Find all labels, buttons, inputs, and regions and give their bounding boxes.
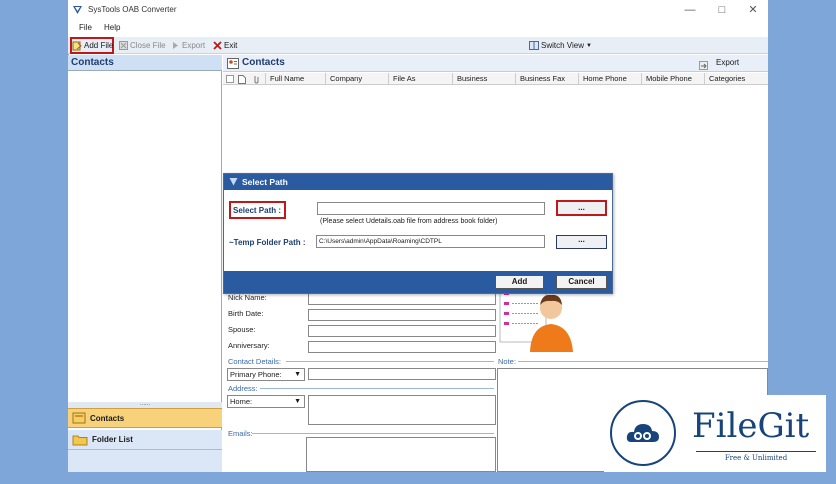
chevron-down-icon: ▼ [585, 42, 592, 49]
birth-date-field[interactable] [308, 309, 496, 321]
watermark-brand: FileGit [692, 406, 810, 446]
switch-view-button[interactable]: Switch View ▼ [529, 39, 592, 52]
document-icon [238, 75, 246, 84]
cloud-icon [626, 424, 659, 442]
minimize-icon[interactable]: — [682, 2, 698, 18]
address-divider [260, 388, 494, 389]
primary-phone-select-value: Primary Phone: [230, 370, 282, 379]
cancel-button[interactable]: Cancel [556, 275, 607, 289]
close-file-icon [119, 41, 128, 50]
close-icon[interactable]: ✕ [745, 2, 761, 18]
nick-name-label: Nick Name: [228, 293, 267, 302]
dialog-app-icon [229, 178, 238, 186]
desktop-background-bottom [0, 472, 836, 484]
menu-help[interactable]: Help [104, 23, 120, 32]
col-categories[interactable]: Categories [704, 73, 768, 85]
anniversary-field[interactable] [308, 341, 496, 353]
nav-folder-list[interactable]: Folder List [68, 430, 222, 450]
spouse-label: Spouse: [228, 325, 256, 334]
emails-label: Emails: [228, 429, 253, 438]
anniversary-label: Anniversary: [228, 341, 270, 350]
select-all-checkbox[interactable] [226, 75, 234, 83]
desktop-background-left [0, 0, 68, 484]
maximize-icon[interactable]: □ [714, 2, 730, 18]
col-file-as[interactable]: File As [388, 73, 452, 85]
folder-icon [72, 435, 88, 445]
switch-view-label: Switch View [541, 41, 584, 50]
exit-button[interactable]: Exit [213, 39, 237, 52]
chevron-down-icon: ▼ [294, 371, 301, 378]
emails-field[interactable] [306, 437, 496, 472]
sidebar-header: Contacts [68, 55, 222, 71]
menu-file[interactable]: File [79, 23, 92, 32]
col-mobile-phone[interactable]: Mobile Phone [641, 73, 704, 85]
note-divider [518, 361, 768, 362]
add-button[interactable]: Add [495, 275, 544, 289]
nav-contacts-label: Contacts [90, 413, 125, 423]
watermark-tagline: Free & Unlimited [696, 451, 816, 462]
nav-folder-list-label: Folder List [92, 435, 133, 444]
select-path-field[interactable] [317, 202, 545, 215]
col-business[interactable]: Business [452, 73, 515, 85]
switch-view-icon [529, 41, 539, 50]
contacts-icon [72, 412, 86, 424]
primary-phone-field[interactable] [308, 368, 496, 380]
note-label: Note: [498, 357, 516, 366]
nick-name-field[interactable] [308, 293, 496, 305]
close-file-button[interactable]: Close File [119, 39, 166, 52]
address-type-select-value: Home: [230, 397, 253, 406]
spouse-field[interactable] [308, 325, 496, 337]
add-file-button[interactable]: Add File [72, 39, 113, 52]
exit-icon [213, 41, 222, 50]
export-icon [173, 42, 178, 49]
select-path-browse-button[interactable]: ... [556, 200, 607, 216]
export-panel-icon [699, 61, 708, 70]
nav-contacts[interactable]: Contacts [68, 408, 222, 428]
birth-date-label: Birth Date: [228, 309, 264, 318]
add-file-icon [72, 41, 82, 50]
contact-details-divider [286, 361, 494, 362]
contacts-header [223, 55, 768, 72]
export-panel-button[interactable]: Export [716, 58, 739, 67]
address-field[interactable] [308, 395, 496, 425]
chevron-down-icon: ▼ [294, 398, 301, 405]
contact-card-icon [227, 58, 239, 69]
primary-phone-select[interactable]: Primary Phone: ▼ [227, 368, 305, 381]
col-full-name[interactable]: Full Name [265, 73, 325, 85]
dialog-footer [224, 271, 612, 293]
emails-divider [252, 433, 494, 434]
temp-folder-field[interactable]: C:\Users\admin\AppData\Roaming\CDTPL [316, 235, 545, 248]
export-button[interactable]: Export [172, 39, 205, 52]
exit-label: Exit [224, 41, 238, 50]
menu-bar [68, 20, 768, 37]
export-label: Export [182, 41, 206, 50]
nav-empty-area [68, 450, 222, 472]
select-path-label: Select Path : [233, 206, 282, 215]
window-title: SysTools OAB Converter [88, 5, 177, 14]
app-logo-icon [73, 6, 82, 14]
col-home-phone[interactable]: Home Phone [578, 73, 641, 85]
contact-details-label: Contact Details: [228, 357, 281, 366]
address-type-select[interactable]: Home: ▼ [227, 395, 305, 408]
attachment-icon [254, 76, 259, 84]
col-business-fax[interactable]: Business Fax [515, 73, 578, 85]
address-label: Address: [228, 384, 258, 393]
col-company[interactable]: Company [325, 73, 388, 85]
select-path-hint: (Please select Udetails.oab file from ad… [320, 218, 498, 225]
add-file-label: Add File [84, 41, 114, 50]
temp-folder-label: ~Temp Folder Path : [229, 238, 306, 247]
close-file-label: Close File [130, 41, 166, 50]
dialog-title: Select Path [224, 174, 612, 190]
temp-folder-browse-button[interactable]: ... [556, 235, 607, 249]
contacts-title: Contacts [242, 57, 285, 68]
